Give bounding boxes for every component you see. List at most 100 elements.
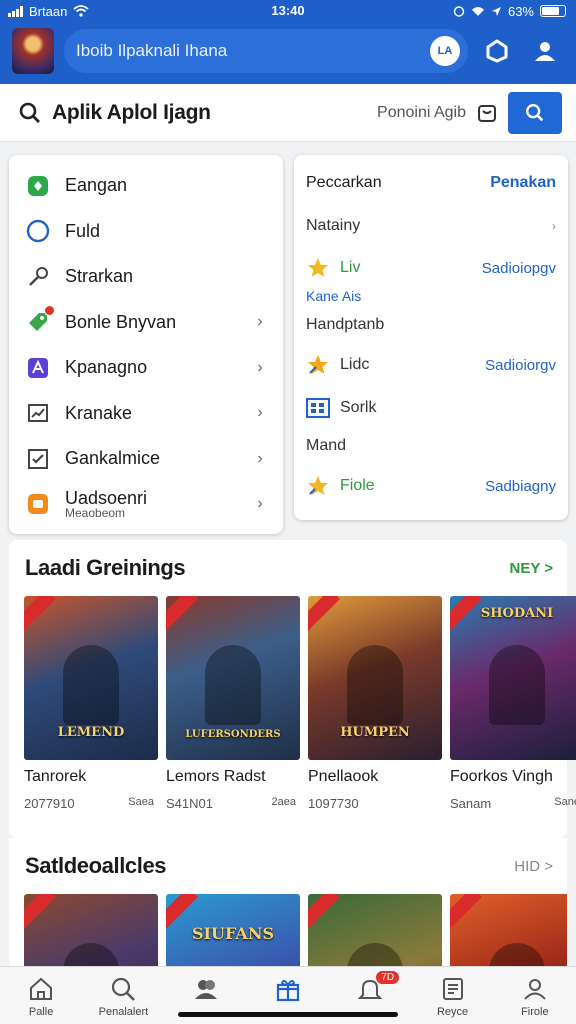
menu-item-label: Fuld: [65, 220, 101, 241]
game-cover: HUMPEN: [308, 596, 442, 760]
chevron-right-icon: ›: [257, 404, 263, 422]
nav-profile[interactable]: Firole: [494, 967, 576, 1024]
chevron-right-icon: ›: [257, 495, 263, 513]
signal-icon: [8, 5, 23, 17]
game-meta-right: 2aea: [271, 796, 296, 808]
panel-action-link[interactable]: Penakan: [490, 174, 556, 192]
section-title: Satldeoallcles: [25, 853, 167, 878]
panel-row-label: Lidc: [340, 356, 370, 373]
section-title: Laadi Greinings: [25, 555, 186, 580]
panel-row-label: Mand: [306, 437, 347, 454]
checkbox-icon: [25, 446, 51, 472]
game-cover: LUFERSONDERS: [166, 596, 300, 760]
panel-row-label: Fiole: [340, 477, 375, 494]
menu-item-label: Eangan: [65, 175, 128, 196]
nav-label: Palle: [28, 1006, 54, 1018]
avatar[interactable]: [12, 28, 54, 74]
header-search-bar[interactable]: Iboib Ilpaknali Ihana LA: [64, 29, 468, 73]
wifi-icon: [471, 6, 485, 16]
alarm-icon: [453, 6, 465, 17]
header-badge-button[interactable]: LA: [430, 36, 460, 66]
home-indicator[interactable]: [178, 1012, 398, 1017]
app-header: Brtaan 13:40 63% Iboib Ilpaknali Ihana L…: [0, 0, 576, 84]
game-card[interactable]: [24, 894, 158, 968]
game-cover: SHODANI: [450, 596, 576, 760]
battery-icon: [540, 5, 566, 17]
nav-home[interactable]: Palle: [0, 967, 82, 1024]
notification-dot: [44, 305, 55, 317]
wifi-icon: [73, 5, 89, 17]
game-card[interactable]: LUFERSONDERS Lemors Radst S41N01 2aea: [166, 596, 300, 811]
search-icon: [112, 977, 136, 1001]
menu-item[interactable]: Eangan: [9, 163, 283, 209]
see-more-link[interactable]: NEY >: [510, 560, 554, 577]
chart-icon: [25, 400, 51, 426]
wrench-icon: [25, 264, 51, 290]
circle-icon: [25, 218, 51, 244]
ribbon-icon: [308, 596, 340, 633]
chat-icon[interactable]: [478, 32, 516, 70]
panel-row[interactable]: Fiole Sadbiagny: [306, 463, 556, 509]
search-button[interactable]: [508, 91, 562, 134]
featured-section: Laadi Greinings NEY > LEMEND Tanrorek 20…: [9, 540, 576, 838]
game-card[interactable]: SIUFANS: [166, 894, 300, 968]
panel-row-label: Handptanb: [306, 316, 385, 333]
panel-row-link[interactable]: Sadioiorgv: [485, 357, 556, 374]
menu-item[interactable]: Kranake ›: [9, 391, 283, 437]
bag-icon[interactable]: [476, 102, 498, 124]
search-input[interactable]: Aplik Aplol Ijagn: [52, 101, 367, 125]
game-card[interactable]: [450, 894, 567, 968]
nav-receipt[interactable]: Reyce: [411, 967, 493, 1024]
ribbon-icon: [450, 894, 482, 931]
account-icon[interactable]: [526, 32, 564, 70]
category-menu: Eangan Fuld Strarkan Bonle Bnyvan › Kpan…: [9, 155, 283, 534]
grid-icon: [306, 398, 330, 418]
search-hint: Ponoini Agib: [377, 103, 466, 121]
panel-small-link[interactable]: Kane Ais: [306, 285, 556, 307]
panel-row[interactable]: Liv Sadioiopgv: [306, 251, 556, 285]
purple-a-icon: [25, 355, 51, 381]
game-card[interactable]: HUMPEN Pnellaook 1097730: [308, 596, 442, 811]
panel-row-link[interactable]: Sadioiopgv: [482, 260, 556, 277]
panel-row-label: Natainy: [306, 217, 361, 234]
panel-row-label: Liv: [340, 259, 361, 276]
panel-row[interactable]: Natainy ›: [306, 201, 556, 251]
menu-item[interactable]: Uadsoenri Meaobeom ›: [9, 482, 283, 528]
nav-search[interactable]: Penalalert: [82, 967, 164, 1024]
star-icon: [308, 476, 328, 495]
menu-item-sublabel: Meaobeom: [65, 506, 126, 521]
menu-item[interactable]: Fuld: [9, 209, 283, 255]
see-more-link[interactable]: HID >: [514, 858, 553, 875]
game-cover: SIUFANS: [166, 894, 300, 968]
game-title: Pnellaook: [308, 768, 379, 785]
game-meta-right: Saea: [128, 796, 154, 808]
game-title: Tanrorek: [24, 768, 87, 785]
panel-title: Peccarkan: [306, 174, 382, 191]
carrier-label: Brtaan: [29, 3, 68, 19]
panel-row[interactable]: Handptanb: [306, 307, 556, 343]
menu-item[interactable]: Kpanagno ›: [9, 345, 283, 391]
menu-item-label: Gankalmice: [65, 448, 161, 469]
nav-label: Penalalert: [98, 1006, 149, 1018]
search-icon: [19, 102, 40, 123]
second-section: Satldeoallcles HID > SIUFANS: [9, 838, 567, 968]
panel-row[interactable]: Mand: [306, 429, 556, 463]
panel-row[interactable]: Lidc Sadioiorgv: [306, 343, 556, 387]
chevron-right-icon: ›: [257, 313, 263, 331]
menu-item[interactable]: Strarkan: [9, 254, 283, 300]
game-card[interactable]: [308, 894, 442, 968]
panel-row-link[interactable]: Sadbiagny: [485, 478, 556, 495]
game-cover: [450, 894, 567, 968]
game-card[interactable]: SHODANI Foorkos Vingh Sanam Sane: [450, 596, 576, 811]
game-meta: S41N01: [166, 796, 213, 811]
game-cover: [308, 894, 442, 968]
menu-item[interactable]: Bonle Bnyvan ›: [9, 300, 283, 346]
filter-panel: Peccarkan Penakan Natainy › Liv Sadioiop…: [294, 155, 568, 520]
game-card[interactable]: LEMEND Tanrorek 2077910 Saea: [24, 596, 158, 811]
game-cover: [24, 894, 158, 968]
panel-row[interactable]: Sorlk: [306, 387, 556, 429]
menu-item[interactable]: Gankalmice ›: [9, 436, 283, 482]
game-meta-right: Sane: [554, 796, 576, 808]
ribbon-icon: [24, 894, 56, 931]
star-icon: [308, 355, 328, 374]
